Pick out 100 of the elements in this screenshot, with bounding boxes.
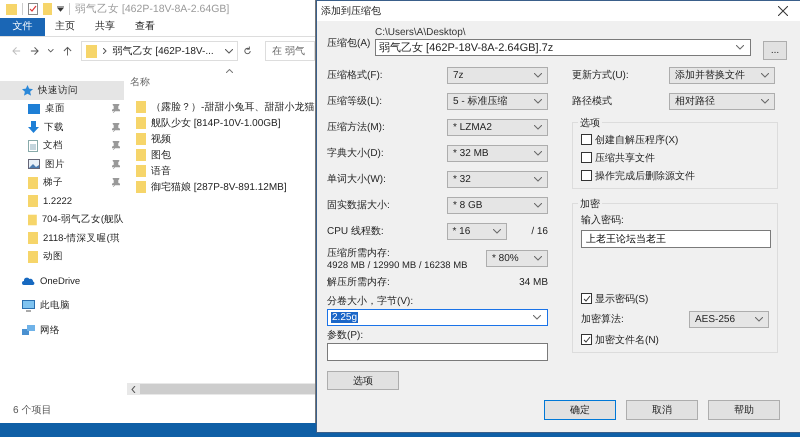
close-icon[interactable] xyxy=(778,6,788,16)
chevron-down-icon[interactable] xyxy=(534,150,542,156)
nav-item[interactable]: 下载 xyxy=(0,118,124,136)
chevron-down-icon[interactable] xyxy=(534,176,542,182)
setting-label: 压缩格式(F): xyxy=(327,68,384,82)
ribbon-tab[interactable]: 共享 xyxy=(85,18,125,36)
nav-item[interactable]: 文档 xyxy=(0,136,124,155)
computer-icon xyxy=(22,300,35,312)
setting-dropdown[interactable]: * 8 GB xyxy=(447,196,548,214)
scroll-left-icon[interactable] xyxy=(131,386,136,392)
file-row[interactable]: 视频 xyxy=(130,131,315,147)
nav-item[interactable]: 快速访问 xyxy=(0,81,124,100)
nav-item[interactable]: 桌面 xyxy=(0,100,124,118)
nav-item[interactable]: 1.2222 xyxy=(0,192,124,210)
dialog-button[interactable]: 确定 xyxy=(544,400,616,420)
chevron-down-icon[interactable] xyxy=(534,124,542,130)
setting-dropdown[interactable]: * 32 MB xyxy=(447,144,548,162)
nav-item[interactable]: 图片 xyxy=(0,155,124,174)
password-label: 输入密码: xyxy=(581,214,625,227)
forward-icon[interactable] xyxy=(30,46,40,56)
folder-icon xyxy=(86,44,97,58)
desktop-icon xyxy=(28,104,40,114)
refresh-icon[interactable] xyxy=(242,46,252,56)
setting-dropdown[interactable]: 5 - 标准压缩 xyxy=(447,92,548,110)
column-header[interactable]: 名称 xyxy=(130,75,315,89)
chevron-down-icon[interactable] xyxy=(534,72,542,78)
address-bar[interactable]: 弱气乙女 [462P-18V-... xyxy=(80,41,238,61)
search-field[interactable]: 在 弱气 xyxy=(265,41,315,61)
ribbon-tab[interactable]: 文件 xyxy=(0,18,45,36)
folder-icon xyxy=(28,232,38,244)
cloud-icon xyxy=(22,277,35,286)
dropdown-icon[interactable] xyxy=(57,6,64,12)
nav-item[interactable]: 此电脑 xyxy=(0,296,124,315)
path-mode-dropdown[interactable]: 相对路径 xyxy=(669,92,775,110)
options-button[interactable]: 选项 xyxy=(327,371,399,390)
checkbox[interactable]: 显示密码(S) xyxy=(581,291,771,306)
checklist-icon[interactable] xyxy=(28,3,38,15)
chevron-down-icon[interactable] xyxy=(533,315,541,320)
chevron-down-icon[interactable] xyxy=(761,98,769,104)
setting-label: 字典大小(D): xyxy=(327,146,385,160)
file-row[interactable]: 舰队少女 [814P-10V-1.00GB] xyxy=(130,115,315,131)
setting-label: 单词大小(W): xyxy=(327,172,387,186)
nav-item[interactable]: OneDrive xyxy=(0,272,124,290)
nav-item[interactable]: 2118-情深叉喔(琪 xyxy=(0,229,124,248)
checkbox[interactable]: 加密文件名(N) xyxy=(581,332,771,347)
pin-icon[interactable] xyxy=(112,160,120,169)
chevron-down-icon[interactable] xyxy=(224,48,233,54)
pin-icon[interactable] xyxy=(112,178,120,188)
setting-dropdown[interactable]: 7z xyxy=(447,66,548,84)
nav-item[interactable]: 网络 xyxy=(0,321,124,340)
folder-icon xyxy=(136,165,146,177)
dialog-button[interactable]: 帮助 xyxy=(708,400,780,420)
threads-dropdown[interactable]: * 16 xyxy=(446,222,508,240)
chevron-down-icon[interactable] xyxy=(534,202,542,208)
nav-item[interactable]: 704-弱气乙女(舰队 xyxy=(0,210,124,229)
parameters-field[interactable] xyxy=(327,343,548,361)
file-row[interactable]: 图包 xyxy=(130,147,315,163)
checkbox[interactable]: 压缩共享文件 xyxy=(581,150,771,165)
chevron-down-icon[interactable] xyxy=(48,49,54,53)
group-title: 选项 xyxy=(578,116,602,130)
chevron-down-icon[interactable] xyxy=(755,316,763,322)
setting-dropdown[interactable]: * LZMA2 xyxy=(447,118,548,136)
up-icon[interactable] xyxy=(62,46,72,56)
parameters-label: 参数(P): xyxy=(327,328,364,343)
volume-combobox[interactable]: 2.25g xyxy=(327,309,548,326)
browse-button[interactable]: ... xyxy=(763,41,787,60)
file-row[interactable]: 语音 xyxy=(130,163,315,179)
checkmark-icon xyxy=(582,336,590,344)
ribbon-tab[interactable]: 主页 xyxy=(45,18,85,36)
memory-dropdown[interactable]: * 80% xyxy=(486,250,548,266)
chevron-down-icon[interactable] xyxy=(493,228,502,234)
file-row[interactable]: （露脸？）-甜甜小兔耳、甜甜小龙猫 xyxy=(130,99,315,115)
dialog-title: 添加到压缩包 xyxy=(321,4,381,18)
decompress-memory-value: 34 MB xyxy=(519,276,548,288)
archive-combobox[interactable]: 弱气乙女 [462P-18V-8A-2.64GB].7z xyxy=(375,39,751,56)
pin-icon[interactable] xyxy=(112,122,120,132)
chevron-down-icon[interactable] xyxy=(534,98,542,104)
ribbon-tab[interactable]: 查看 xyxy=(125,18,165,36)
password-field[interactable]: 上老王论坛当老王 xyxy=(581,230,771,248)
file-row[interactable]: 御宅猫娘 [287P-8V-891.12MB] xyxy=(130,179,315,195)
dialog-button[interactable]: 取消 xyxy=(626,400,698,420)
checkbox[interactable]: 创建自解压程序(X) xyxy=(581,132,771,147)
path-text: C:\Users\A\Desktop\ xyxy=(375,27,467,38)
chevron-down-icon[interactable] xyxy=(736,45,744,50)
nav-item[interactable]: 动图 xyxy=(0,248,124,266)
encryption-method-dropdown[interactable]: AES-256 xyxy=(689,310,769,328)
update-mode-dropdown[interactable]: 添加并替换文件 xyxy=(669,66,775,84)
decompress-memory-label: 解压所需内存: xyxy=(327,276,391,289)
pin-icon[interactable] xyxy=(112,141,120,150)
folder-icon xyxy=(136,101,146,113)
setting-dropdown[interactable]: * 32 xyxy=(447,170,548,188)
status-text: 6 个项目 xyxy=(12,404,52,418)
nav-item[interactable]: 梯子 xyxy=(0,174,124,192)
path-mode-label: 路径模式 xyxy=(572,94,613,108)
horizontal-scrollbar[interactable] xyxy=(127,383,315,395)
chevron-down-icon[interactable] xyxy=(534,256,542,260)
pin-icon[interactable] xyxy=(112,104,120,114)
window-title: 弱气乙女 [462P-18V-8A-2.64GB] xyxy=(75,2,230,16)
chevron-down-icon[interactable] xyxy=(761,72,769,78)
checkbox[interactable]: 操作完成后删除源文件 xyxy=(581,168,771,183)
